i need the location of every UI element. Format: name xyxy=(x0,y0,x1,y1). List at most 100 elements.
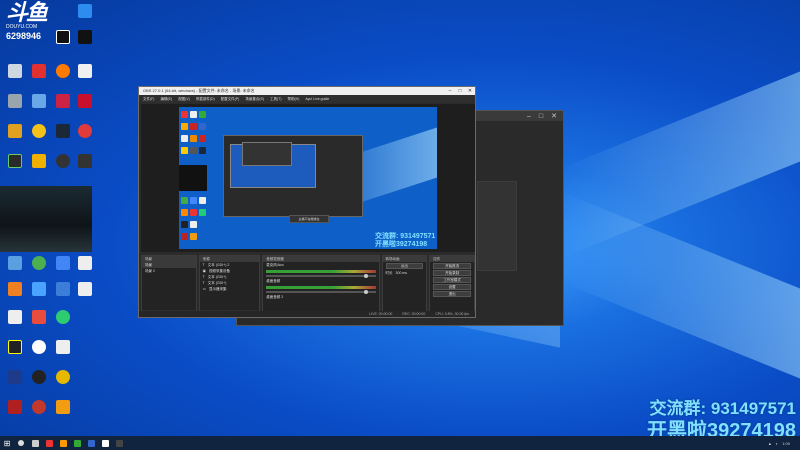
menu-profile[interactable]: 配置文件(P) xyxy=(221,97,240,102)
desktop-icon[interactable] xyxy=(74,124,96,138)
desktop-icon[interactable] xyxy=(28,94,50,108)
desktop-icon[interactable] xyxy=(52,256,74,270)
desktop-icon[interactable] xyxy=(74,256,96,270)
taskbar-app-icon[interactable] xyxy=(112,436,126,450)
menu-help[interactable]: 帮助(H) xyxy=(288,97,300,102)
volume-slider[interactable] xyxy=(266,274,376,278)
menu-file[interactable]: 文件(F) xyxy=(143,97,154,102)
desktop-icon[interactable] xyxy=(28,154,50,168)
minimize-icon[interactable]: – xyxy=(527,113,531,120)
close-icon[interactable]: ✕ xyxy=(465,88,475,94)
menu-tools[interactable]: 工具(T) xyxy=(270,97,281,102)
preview-canvas[interactable]: 主播不在哦或在 交流群: 931497571 开黑啦39274198 xyxy=(179,107,437,249)
transitions-dock: 转场动画 淡出 时长 300 ms xyxy=(381,255,428,317)
desktop-icon[interactable] xyxy=(4,400,26,414)
exit-button[interactable]: 退出 xyxy=(433,291,471,297)
slider-knob[interactable] xyxy=(363,290,368,294)
desktop-icon[interactable] xyxy=(74,154,96,168)
desktop-icon[interactable] xyxy=(52,400,74,414)
obs-titlebar: OBS 27.0.1 (64-bit, windows) - 配置文件: 未命名… xyxy=(139,87,475,95)
overlay-line1: 交流群: 931497571 xyxy=(649,399,796,418)
desktop-icon[interactable] xyxy=(52,282,74,296)
monitor-icon: ▭ xyxy=(202,287,206,291)
maximize-icon[interactable]: □ xyxy=(539,113,543,120)
preview-icon xyxy=(181,233,188,240)
text-icon: T xyxy=(202,275,205,279)
desktop-icon[interactable] xyxy=(28,370,50,384)
desktop-icon[interactable] xyxy=(52,340,74,354)
menu-scene-collection[interactable]: 场景集合(S) xyxy=(245,97,264,102)
preview-overlay-text: 交流群: 931497571 开黑啦39274198 xyxy=(375,233,435,249)
mixer-channel-label: 桌面音频 xyxy=(266,278,281,283)
desktop-icon[interactable] xyxy=(74,64,96,78)
settings-button[interactable]: 设置 xyxy=(433,284,471,290)
menu-docks[interactable]: 停靠部件(D) xyxy=(196,97,215,102)
duration-value[interactable]: 300 ms xyxy=(396,271,407,275)
text-icon: T xyxy=(202,281,205,285)
preview-icon xyxy=(181,135,188,142)
start-streaming-button[interactable]: 开始推流 xyxy=(433,263,471,269)
taskbar-app-icon[interactable] xyxy=(84,436,98,450)
desktop-icon[interactable] xyxy=(28,124,50,138)
desktop-icon[interactable] xyxy=(28,400,50,414)
volume-icon[interactable]: ◐ xyxy=(776,441,778,446)
desktop-icon[interactable] xyxy=(4,370,26,384)
maximize-icon[interactable]: □ xyxy=(455,88,465,94)
studio-mode-button[interactable]: 工作室模式 xyxy=(433,277,471,283)
desktop-icon[interactable] xyxy=(4,154,26,168)
desktop-icon[interactable] xyxy=(4,124,26,138)
taskbar-app-icon[interactable] xyxy=(98,436,112,450)
controls-header: 控件 xyxy=(430,256,474,262)
desktop-icon[interactable] xyxy=(4,256,26,270)
nested-obs-window xyxy=(223,135,363,217)
desktop-icon[interactable] xyxy=(74,30,96,44)
desktop-icon[interactable] xyxy=(28,340,50,354)
desktop-icon[interactable] xyxy=(4,282,26,296)
search-icon[interactable] xyxy=(14,436,28,450)
desktop-icon[interactable] xyxy=(74,4,96,18)
desktop-icon[interactable] xyxy=(52,310,74,324)
preview-icon xyxy=(181,221,188,228)
transition-select[interactable]: 淡出 xyxy=(385,263,424,269)
desktop-icon[interactable] xyxy=(4,94,26,108)
desktop-icon[interactable] xyxy=(52,154,74,168)
desktop-icon[interactable] xyxy=(52,64,74,78)
task-view-icon[interactable] xyxy=(28,436,42,450)
close-icon[interactable]: ✕ xyxy=(551,112,557,120)
taskbar-app-icon[interactable] xyxy=(56,436,70,450)
desktop-icon[interactable] xyxy=(4,64,26,78)
volume-meter xyxy=(266,286,376,289)
desktop-icon[interactable] xyxy=(28,282,50,296)
obs-window: OBS 27.0.1 (64-bit, windows) - 配置文件: 未命名… xyxy=(138,86,476,318)
desktop-icon[interactable] xyxy=(74,94,96,108)
desktop-icon[interactable] xyxy=(52,370,74,384)
desktop-icon[interactable] xyxy=(52,30,74,44)
clock[interactable]: 1:09 xyxy=(782,441,790,446)
menu-edit[interactable]: 编辑(E) xyxy=(160,97,172,102)
mixer-channel-label: 麦克风/Aux xyxy=(266,262,284,267)
desktop-icon[interactable] xyxy=(74,282,96,296)
menu-view[interactable]: 视图(V) xyxy=(178,97,190,102)
volume-slider[interactable] xyxy=(266,290,376,294)
taskbar: ⊞ ▲ ◐ 1:09 xyxy=(0,436,800,450)
minimize-icon[interactable]: – xyxy=(445,88,455,94)
taskbar-app-icon[interactable] xyxy=(42,436,56,450)
source-item[interactable]: ▭ 显示器采集 xyxy=(200,286,260,292)
slider-knob[interactable] xyxy=(363,274,368,278)
desktop-icon[interactable] xyxy=(28,64,50,78)
taskbar-app-icon[interactable] xyxy=(70,436,84,450)
text-icon: T xyxy=(202,263,205,267)
network-icon[interactable]: ▲ xyxy=(768,441,772,446)
preview-icon xyxy=(199,197,206,204)
desktop-icon[interactable] xyxy=(28,256,50,270)
desktop-icon[interactable] xyxy=(4,340,26,354)
start-button[interactable]: ⊞ xyxy=(0,436,14,450)
desktop-icon[interactable] xyxy=(4,310,26,324)
preview-icon xyxy=(181,197,188,204)
scene-item[interactable]: 场景 2 xyxy=(142,268,196,274)
desktop-icon[interactable] xyxy=(52,94,74,108)
desktop-icon[interactable] xyxy=(52,124,74,138)
start-recording-button[interactable]: 开始录制 xyxy=(433,270,471,276)
menu-extra[interactable]: Ayu! Live.guide xyxy=(305,97,329,101)
desktop-icon[interactable] xyxy=(28,310,50,324)
